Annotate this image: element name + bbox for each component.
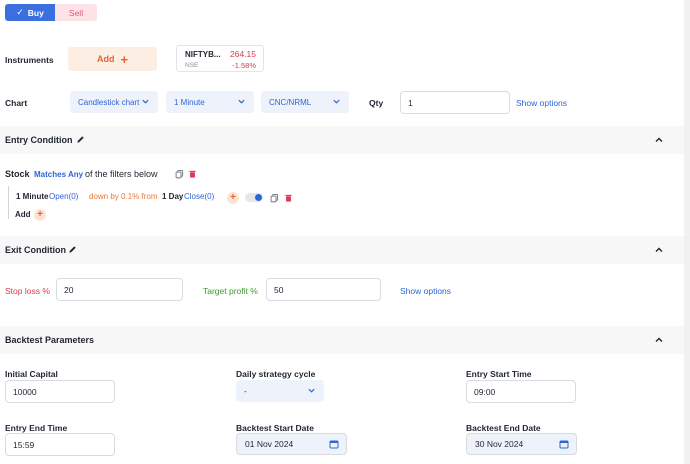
entry-start-input[interactable]: 09:00 — [466, 380, 576, 403]
show-options-link[interactable]: Show options — [516, 98, 567, 108]
add-filter-label[interactable]: Add — [15, 210, 31, 219]
copy-icon[interactable] — [175, 169, 184, 179]
chart-type-value: Candlestick chart — [78, 97, 140, 107]
backtest-header[interactable]: Backtest Parameters — [0, 326, 690, 354]
entry-start-label: Entry Start Time — [466, 369, 532, 379]
instrument-change: -1.58% — [232, 61, 256, 70]
qty-label: Qty — [369, 98, 384, 108]
end-date-label: Backtest End Date — [466, 423, 541, 433]
instrument-card[interactable]: NIFTYB... NSE 264.15 -1.58% — [176, 45, 264, 72]
chevron-up-icon[interactable] — [654, 245, 664, 255]
qty-input[interactable]: 1 — [400, 91, 510, 114]
chart-label: Chart — [5, 98, 28, 108]
product-value: CNC/NRML — [269, 97, 312, 107]
entry-condition-header[interactable]: Entry Condition — [0, 126, 690, 154]
cycle-label: Daily strategy cycle — [236, 369, 316, 379]
filter-operator[interactable]: down by 0.1% from — [89, 192, 157, 201]
stop-loss-label: Stop loss % — [5, 286, 50, 296]
end-date-field[interactable]: 30 Nov 2024 — [466, 433, 577, 455]
scrollbar-track[interactable] — [684, 0, 690, 464]
start-date-label: Backtest Start Date — [236, 423, 314, 433]
copy-icon[interactable] — [270, 193, 279, 203]
entry-end-input[interactable]: 15:59 — [5, 433, 115, 456]
end-date-value: 30 Nov 2024 — [475, 439, 524, 449]
instrument-symbol: NIFTYB... — [185, 50, 221, 59]
plus-icon: + — [120, 51, 129, 67]
initial-capital-input[interactable]: 10000 — [5, 380, 115, 403]
add-instrument-label: Add — [96, 54, 115, 64]
exit-show-options-link[interactable]: Show options — [400, 286, 451, 296]
add-filter-plus-icon[interactable]: + — [227, 192, 239, 204]
target-profit-label: Target profit % — [203, 286, 258, 296]
stop-loss-input[interactable]: 20 — [56, 278, 183, 301]
initial-capital-label: Initial Capital — [5, 369, 58, 379]
check-icon: ✓ — [16, 7, 24, 17]
entry-end-label: Entry End Time — [5, 423, 68, 433]
stock-label: Stock — [5, 169, 30, 179]
pencil-icon[interactable] — [76, 135, 85, 144]
trash-icon[interactable] — [188, 169, 197, 179]
add-instrument-button[interactable]: Add + — [68, 47, 157, 71]
exit-condition-header[interactable]: Exit Condition — [0, 236, 690, 264]
filter-compare-timeframe[interactable]: 1 Day — [162, 192, 183, 201]
start-date-field[interactable]: 01 Nov 2024 — [236, 433, 347, 455]
instrument-exchange: NSE — [185, 62, 199, 69]
filter-timeframe[interactable]: 1 Minute — [16, 192, 48, 201]
filter-group-line — [8, 186, 9, 219]
chevron-up-icon[interactable] — [654, 135, 664, 145]
pencil-icon[interactable] — [68, 245, 77, 254]
instrument-price: 264.15 — [230, 49, 256, 59]
entry-condition-title: Entry Condition — [5, 135, 73, 145]
chevron-down-icon — [308, 388, 315, 393]
filter-toggle[interactable] — [245, 193, 263, 202]
filter-compare-field[interactable]: Close(0) — [184, 192, 214, 201]
start-date-value: 01 Nov 2024 — [245, 439, 294, 449]
exit-condition-title: Exit Condition — [5, 245, 66, 255]
target-profit-input[interactable]: 50 — [266, 278, 381, 301]
chevron-down-icon — [238, 99, 245, 104]
filter-field[interactable]: Open(0) — [49, 192, 78, 201]
cycle-value: - — [244, 386, 247, 396]
sell-label: Sell — [68, 7, 84, 18]
cycle-dropdown[interactable]: - — [236, 380, 324, 402]
calendar-icon[interactable] — [329, 439, 339, 449]
chevron-up-icon[interactable] — [654, 335, 664, 345]
trash-icon[interactable] — [284, 193, 293, 203]
calendar-icon[interactable] — [559, 439, 569, 449]
sell-button[interactable]: Sell — [55, 4, 97, 21]
chart-type-dropdown[interactable]: Candlestick chart — [70, 91, 158, 113]
add-filter-plus-icon[interactable]: + — [34, 209, 46, 221]
buy-button[interactable]: ✓ Buy — [5, 4, 55, 21]
backtest-title: Backtest Parameters — [5, 335, 95, 345]
instruments-label: Instruments — [5, 55, 54, 65]
interval-value: 1 Minute — [174, 97, 205, 107]
buy-label: Buy — [27, 7, 44, 18]
interval-dropdown[interactable]: 1 Minute — [166, 91, 254, 113]
match-mode-selector[interactable]: Matches Any — [34, 170, 83, 179]
toggle-knob — [255, 194, 262, 201]
filters-suffix-text: of the filters below — [85, 169, 158, 179]
product-dropdown[interactable]: CNC/NRML — [261, 91, 349, 113]
chevron-down-icon — [333, 99, 340, 104]
chevron-down-icon — [142, 99, 149, 104]
